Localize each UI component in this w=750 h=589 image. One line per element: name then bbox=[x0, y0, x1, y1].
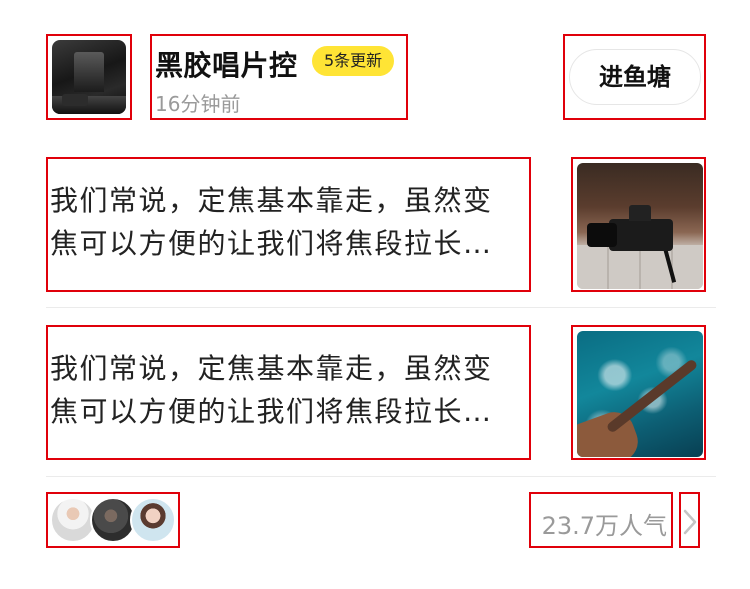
pond-title: 黑胶唱片控 bbox=[155, 49, 298, 82]
album-cover-image bbox=[52, 40, 126, 114]
post-text[interactable]: 我们常说，定焦基本靠走，虽然变 焦可以方便的让我们将焦段拉长… bbox=[46, 157, 531, 292]
camera-photo bbox=[577, 163, 703, 289]
post-thumbnail[interactable] bbox=[571, 157, 706, 292]
divider bbox=[46, 307, 716, 308]
post-text-line: 我们常说，定焦基本靠走，虽然变 bbox=[50, 352, 493, 385]
member-avatars[interactable] bbox=[46, 492, 180, 548]
post-text-line: 焦可以方便的让我们将焦段拉长… bbox=[50, 395, 493, 428]
pond-avatar[interactable] bbox=[46, 34, 132, 120]
enter-pond-wrapper: 进鱼塘 bbox=[563, 34, 706, 120]
enter-pond-button[interactable]: 进鱼塘 bbox=[569, 49, 701, 105]
divider bbox=[46, 476, 716, 477]
more-button[interactable] bbox=[679, 492, 700, 548]
update-time: 16分钟前 bbox=[155, 92, 241, 116]
popularity-count: 23.7万人气 bbox=[541, 512, 667, 540]
post-text[interactable]: 我们常说，定焦基本靠走，虽然变 焦可以方便的让我们将焦段拉长… bbox=[46, 325, 531, 460]
post-text-line: 焦可以方便的让我们将焦段拉长… bbox=[50, 227, 493, 260]
update-badge: 5条更新 bbox=[312, 46, 395, 76]
member-avatar bbox=[130, 497, 176, 543]
fishpond-card[interactable]: 黑胶唱片控 5条更新 16分钟前 进鱼塘 我们常说，定焦基本靠走，虽然变 焦可以… bbox=[0, 0, 750, 589]
post-thumbnail[interactable] bbox=[571, 325, 706, 460]
post-text-line: 我们常说，定焦基本靠走，虽然变 bbox=[50, 184, 493, 217]
pond-title-block[interactable]: 黑胶唱片控 5条更新 16分钟前 bbox=[150, 34, 408, 120]
ocean-aerial-photo bbox=[577, 331, 703, 457]
popularity-box: 23.7万人气 bbox=[529, 492, 673, 548]
chevron-right-icon bbox=[683, 509, 697, 535]
